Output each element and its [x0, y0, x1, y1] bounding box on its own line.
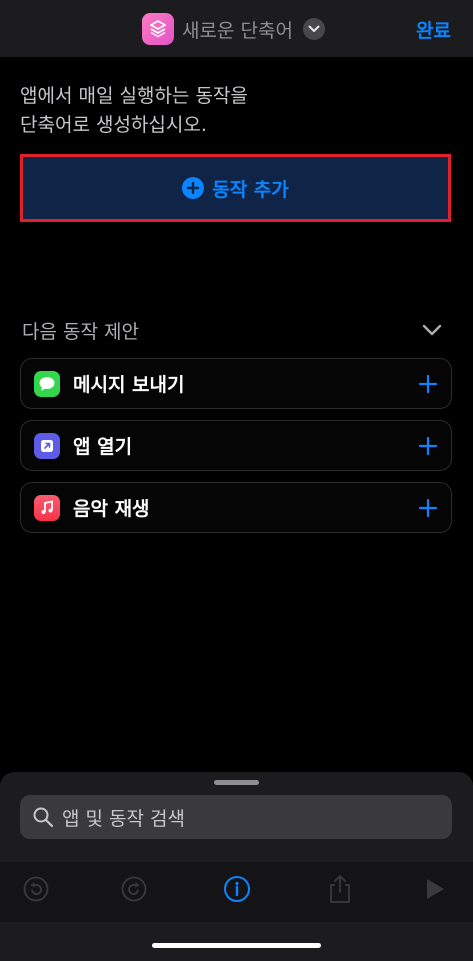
search-placeholder: 앱 및 동작 검색: [62, 807, 185, 830]
shortcut-title[interactable]: 새로운 단축어: [182, 16, 293, 43]
plus-circle-icon: [182, 177, 205, 199]
plus-icon[interactable]: [415, 433, 441, 459]
suggestion-label: 앱 열기: [73, 436, 133, 458]
suggestions-title: 다음 동작 제안: [22, 320, 139, 343]
intro-line-1: 앱에서 매일 실행하는 동작을: [20, 85, 248, 107]
intro-line-2: 단축어로 생성하십시오.: [20, 114, 207, 136]
add-action-button[interactable]: 동작 추가: [20, 154, 451, 222]
home-indicator: [152, 943, 321, 948]
suggestion-item-play-music[interactable]: 음악 재생: [20, 482, 452, 533]
music-app-icon: [34, 494, 60, 521]
suggestion-label: 음악 재생: [73, 498, 150, 520]
sheet-grabber[interactable]: [214, 780, 259, 785]
nav-bar: 새로운 단축어 완료: [0, 0, 473, 57]
title-menu[interactable]: 새로운 단축어: [142, 12, 325, 46]
chevron-down-icon[interactable]: [302, 18, 325, 40]
redo-icon[interactable]: [117, 872, 151, 906]
plus-icon[interactable]: [415, 495, 441, 521]
shortcuts-icon: [142, 13, 174, 45]
add-action-label: 동작 추가: [212, 178, 289, 201]
info-icon[interactable]: [220, 872, 254, 906]
suggestion-item-send-message[interactable]: 메시지 보내기: [20, 358, 452, 409]
intro-text: 앱에서 매일 실행하는 동작을 단축어로 생성하십시오.: [20, 82, 440, 140]
suggestions-header[interactable]: 다음 동작 제안: [22, 316, 442, 344]
done-button[interactable]: 완료: [416, 16, 451, 43]
search-field[interactable]: 앱 및 동작 검색: [20, 795, 452, 839]
share-icon[interactable]: [323, 872, 357, 906]
suggestion-item-open-app[interactable]: 앱 열기: [20, 420, 452, 471]
action-sheet: 앱 및 동작 검색: [0, 772, 473, 961]
plus-icon[interactable]: [415, 371, 441, 397]
chevron-down-icon[interactable]: [422, 324, 442, 336]
messages-app-icon: [34, 370, 60, 397]
suggestion-label: 메시지 보내기: [73, 374, 185, 396]
search-icon: [33, 807, 54, 828]
undo-icon[interactable]: [19, 872, 53, 906]
open-app-icon: [34, 432, 60, 459]
play-icon[interactable]: [418, 872, 452, 906]
editor-toolbar: [0, 862, 473, 922]
